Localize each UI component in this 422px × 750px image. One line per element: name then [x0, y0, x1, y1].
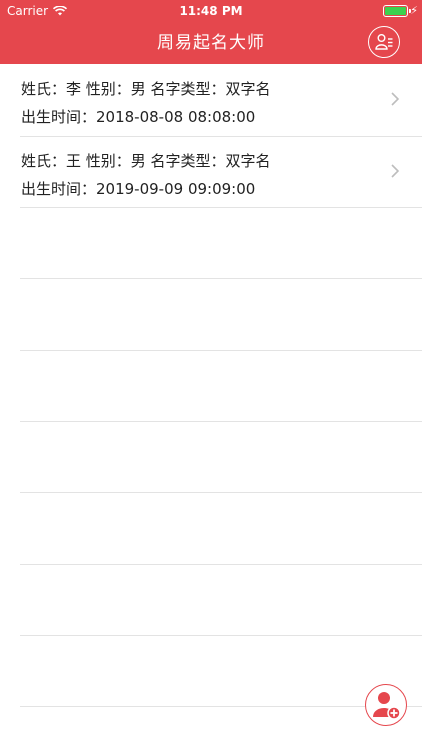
row-divider	[20, 421, 422, 422]
row-divider	[20, 492, 422, 493]
app-header: Carrier 11:48 PM ⚡ 周易起名大师	[0, 0, 422, 64]
chevron-right-icon	[391, 92, 400, 106]
list-item[interactable]: 姓氏：王 性别：男 名字类型：双字名 出生时间：2019-09-09 09:09…	[0, 136, 422, 208]
battery-icon	[383, 5, 411, 17]
profile-list-button[interactable]	[368, 26, 400, 58]
status-bar: Carrier 11:48 PM ⚡	[0, 0, 422, 22]
row-divider	[20, 350, 422, 351]
user-list-icon	[375, 34, 393, 50]
row-divider	[20, 706, 422, 707]
page-title: 周易起名大师	[157, 33, 265, 53]
chevron-right-icon	[391, 164, 400, 178]
record-summary: 姓氏：王 性别：男 名字类型：双字名	[21, 152, 271, 170]
record-summary: 姓氏：李 性别：男 名字类型：双字名	[21, 80, 271, 98]
record-birth-time: 出生时间：2019-09-09 09:09:00	[21, 180, 256, 198]
record-birth-time: 出生时间：2018-08-08 08:08:00	[21, 108, 256, 126]
charging-icon: ⚡	[410, 4, 418, 17]
list-item[interactable]: 姓氏：李 性别：男 名字类型：双字名 出生时间：2018-08-08 08:08…	[0, 64, 422, 136]
add-person-button[interactable]	[365, 684, 407, 726]
row-divider	[20, 207, 422, 208]
row-divider	[20, 635, 422, 636]
status-time: 11:48 PM	[179, 4, 243, 18]
battery-level	[385, 7, 406, 15]
row-divider	[20, 564, 422, 565]
add-user-icon	[373, 692, 401, 720]
row-divider	[20, 278, 422, 279]
